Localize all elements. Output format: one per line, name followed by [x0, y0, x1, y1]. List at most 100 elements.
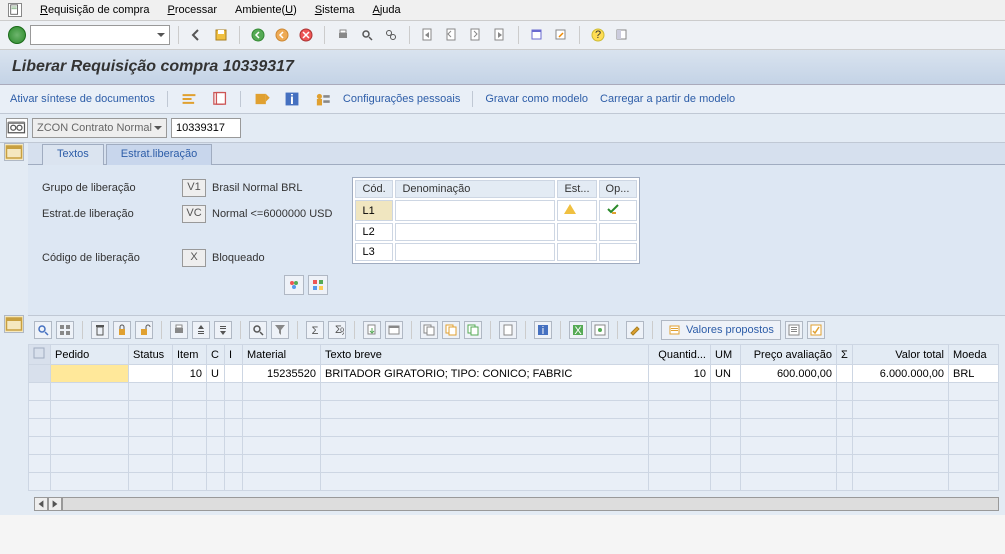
menu-process[interactable]: Processar — [167, 4, 217, 16]
menu-help[interactable]: Ajuda — [373, 4, 401, 16]
copy-icon[interactable] — [420, 321, 438, 339]
doc-number-field[interactable]: 10339317 — [171, 118, 241, 138]
layout-icon[interactable] — [612, 25, 632, 45]
rel-code-cell[interactable]: L3 — [355, 243, 393, 261]
personal-settings-link[interactable]: Configurações pessoais — [343, 93, 460, 105]
rel-code-cell[interactable]: L2 — [355, 223, 393, 241]
shortcut-icon[interactable] — [551, 25, 571, 45]
sum-icon[interactable]: Σ — [306, 321, 324, 339]
command-field[interactable] — [30, 25, 170, 45]
help-icon[interactable]: ? — [588, 25, 608, 45]
print-items-icon[interactable] — [170, 321, 188, 339]
filter-icon[interactable] — [271, 321, 289, 339]
lock-icon[interactable] — [113, 321, 131, 339]
excel-icon[interactable]: X — [569, 321, 587, 339]
nav-cancel-icon[interactable] — [296, 25, 316, 45]
cell-total[interactable]: 6.000.000,00 — [853, 365, 949, 383]
personal-settings-icon[interactable] — [313, 90, 331, 108]
other-pr-icon[interactable] — [210, 90, 228, 108]
rel-code-cell[interactable]: L1 — [355, 200, 393, 221]
rel-th-code[interactable]: Cód. — [355, 180, 393, 198]
cell-qty[interactable]: 10 — [649, 365, 711, 383]
detail-icon[interactable] — [34, 321, 52, 339]
menu-system[interactable]: Sistema — [315, 4, 355, 16]
rel-th-name[interactable]: Denominação — [395, 180, 555, 198]
release-preview-icon[interactable] — [284, 275, 304, 295]
columns-icon[interactable] — [785, 321, 803, 339]
cell-i[interactable] — [225, 365, 243, 383]
export-icon[interactable] — [363, 321, 381, 339]
new-session-icon[interactable] — [527, 25, 547, 45]
release-legend-icon[interactable] — [308, 275, 328, 295]
rel-op-cell[interactable] — [599, 200, 637, 221]
col-status[interactable]: Status — [129, 345, 173, 365]
view-icon[interactable] — [385, 321, 403, 339]
sort-desc-icon[interactable] — [214, 321, 232, 339]
find-items-icon[interactable] — [249, 321, 267, 339]
first-page-icon[interactable] — [418, 25, 438, 45]
scroll-track[interactable] — [62, 497, 999, 511]
find-next-icon[interactable] — [381, 25, 401, 45]
collapse-items-button[interactable] — [4, 315, 24, 333]
row-selector[interactable] — [29, 365, 51, 383]
default-values-button[interactable]: Valores propostos — [661, 320, 781, 340]
save-template-link[interactable]: Gravar como modelo — [485, 93, 588, 105]
scroll-left-icon[interactable] — [34, 497, 48, 511]
grid-corner[interactable] — [29, 345, 51, 365]
scroll-right-icon[interactable] — [48, 497, 62, 511]
info-icon[interactable]: i — [283, 90, 301, 108]
col-pedido[interactable]: Pedido — [51, 345, 129, 365]
word-icon[interactable] — [591, 321, 609, 339]
col-c[interactable]: C — [207, 345, 225, 365]
col-sigma[interactable]: Σ — [837, 345, 853, 365]
cell-currency[interactable]: BRL — [949, 365, 999, 383]
cell-price[interactable]: 600.000,00 — [741, 365, 837, 383]
tab-release-strategy[interactable]: Estrat.liberação — [106, 144, 212, 165]
doc-type-icon[interactable] — [6, 118, 28, 138]
col-text[interactable]: Texto breve — [321, 345, 649, 365]
unlock-icon[interactable] — [135, 321, 153, 339]
col-currency[interactable]: Moeda — [949, 345, 999, 365]
info2-icon[interactable]: i — [534, 321, 552, 339]
menu-doc-icon[interactable] — [8, 3, 22, 17]
nav-back-icon[interactable] — [248, 25, 268, 45]
check-doc-icon[interactable] — [180, 90, 198, 108]
activate-doc-view-link[interactable]: Ativar síntese de documentos — [10, 93, 155, 105]
tools-icon[interactable] — [626, 321, 644, 339]
collapse-header-button[interactable] — [4, 143, 24, 161]
col-i[interactable]: I — [225, 345, 243, 365]
cell-pedido[interactable] — [51, 365, 129, 383]
next-page-icon[interactable] — [466, 25, 486, 45]
col-qty[interactable]: Quantid... — [649, 345, 711, 365]
col-item[interactable]: Item — [173, 345, 207, 365]
doc-type-select[interactable]: ZCON Contrato Normal — [32, 118, 167, 138]
col-material[interactable]: Material — [243, 345, 321, 365]
help-app-icon[interactable] — [253, 90, 271, 108]
cell-material[interactable]: 15235520 — [243, 365, 321, 383]
subtotal-icon[interactable]: Σ% — [328, 321, 346, 339]
save-icon[interactable] — [211, 25, 231, 45]
print-icon[interactable] — [333, 25, 353, 45]
attach-icon[interactable] — [442, 321, 460, 339]
sort-asc-icon[interactable] — [192, 321, 210, 339]
col-total[interactable]: Valor total — [853, 345, 949, 365]
enter-icon[interactable] — [8, 26, 26, 44]
cell-text[interactable]: BRITADOR GIRATORIO; TIPO: CONICO; FABRIC — [321, 365, 649, 383]
cell-c[interactable]: U — [207, 365, 225, 383]
tab-texts[interactable]: Textos — [42, 144, 104, 165]
other-icon[interactable] — [499, 321, 517, 339]
attach2-icon[interactable] — [464, 321, 482, 339]
layout-grid-icon[interactable] — [56, 321, 74, 339]
menu-requisition[interactable]: Requisição de compra — [40, 4, 149, 16]
col-um[interactable]: UM — [711, 345, 741, 365]
load-template-link[interactable]: Carregar a partir de modelo — [600, 93, 735, 105]
prev-page-icon[interactable] — [442, 25, 462, 45]
variant-icon[interactable] — [807, 321, 825, 339]
menu-environment[interactable]: Ambiente(U) — [235, 4, 297, 16]
find-icon[interactable] — [357, 25, 377, 45]
col-price[interactable]: Preço avaliação — [741, 345, 837, 365]
delete-icon[interactable] — [91, 321, 109, 339]
cell-status[interactable] — [129, 365, 173, 383]
rel-th-status[interactable]: Est... — [557, 180, 596, 198]
cell-sigma[interactable] — [837, 365, 853, 383]
